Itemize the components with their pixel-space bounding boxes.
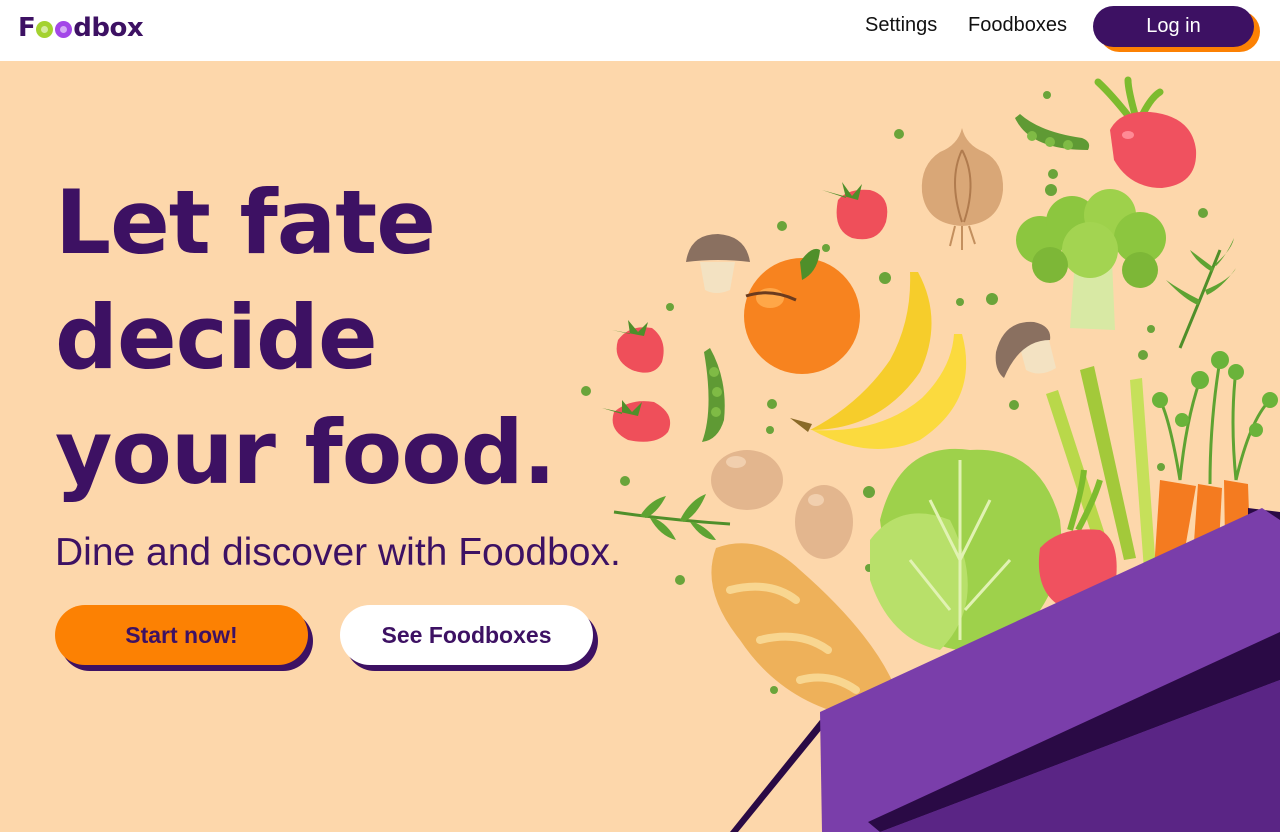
login-button-group[interactable]: Log in: [1093, 6, 1261, 52]
logo-o-purple-icon: [55, 21, 73, 38]
mushroom-icon: [686, 234, 750, 293]
pea-pod-icon-2: [702, 348, 725, 442]
top-navbar: F dbox Settings Foodboxes Log in: [0, 0, 1280, 61]
login-button[interactable]: Log in: [1093, 6, 1254, 47]
orange-icon: [744, 248, 860, 374]
see-foodboxes-button-group[interactable]: See Foodboxes: [340, 605, 598, 671]
nav-settings-link[interactable]: Settings: [865, 14, 937, 37]
logo-letters-dbox: dbox: [73, 13, 144, 43]
hero-subtitle: Dine and discover with Foodbox.: [55, 531, 621, 574]
foodbox-logo[interactable]: F dbox: [18, 13, 144, 43]
start-now-button[interactable]: Start now!: [55, 605, 308, 665]
nav-foodboxes-link[interactable]: Foodboxes: [968, 14, 1067, 37]
broccoli-icon: [1016, 189, 1166, 330]
radish-icon: [1094, 76, 1197, 188]
start-now-button-group[interactable]: Start now!: [55, 605, 313, 671]
mushroom-icon-2: [995, 321, 1056, 378]
food-illustration: [581, 76, 1280, 832]
see-foodboxes-button[interactable]: See Foodboxes: [340, 605, 593, 665]
herb-icon-2: [613, 494, 731, 540]
egg-icon: [711, 450, 853, 559]
strawberry-icon-2: [602, 320, 671, 442]
logo-letter-f: F: [18, 13, 36, 43]
onion-icon: [921, 128, 1004, 250]
logo-o-green-icon: [36, 21, 54, 38]
pea-pod-icon: [1015, 114, 1090, 150]
herb-icon: [1166, 238, 1236, 349]
strawberry-icon: [822, 182, 888, 240]
